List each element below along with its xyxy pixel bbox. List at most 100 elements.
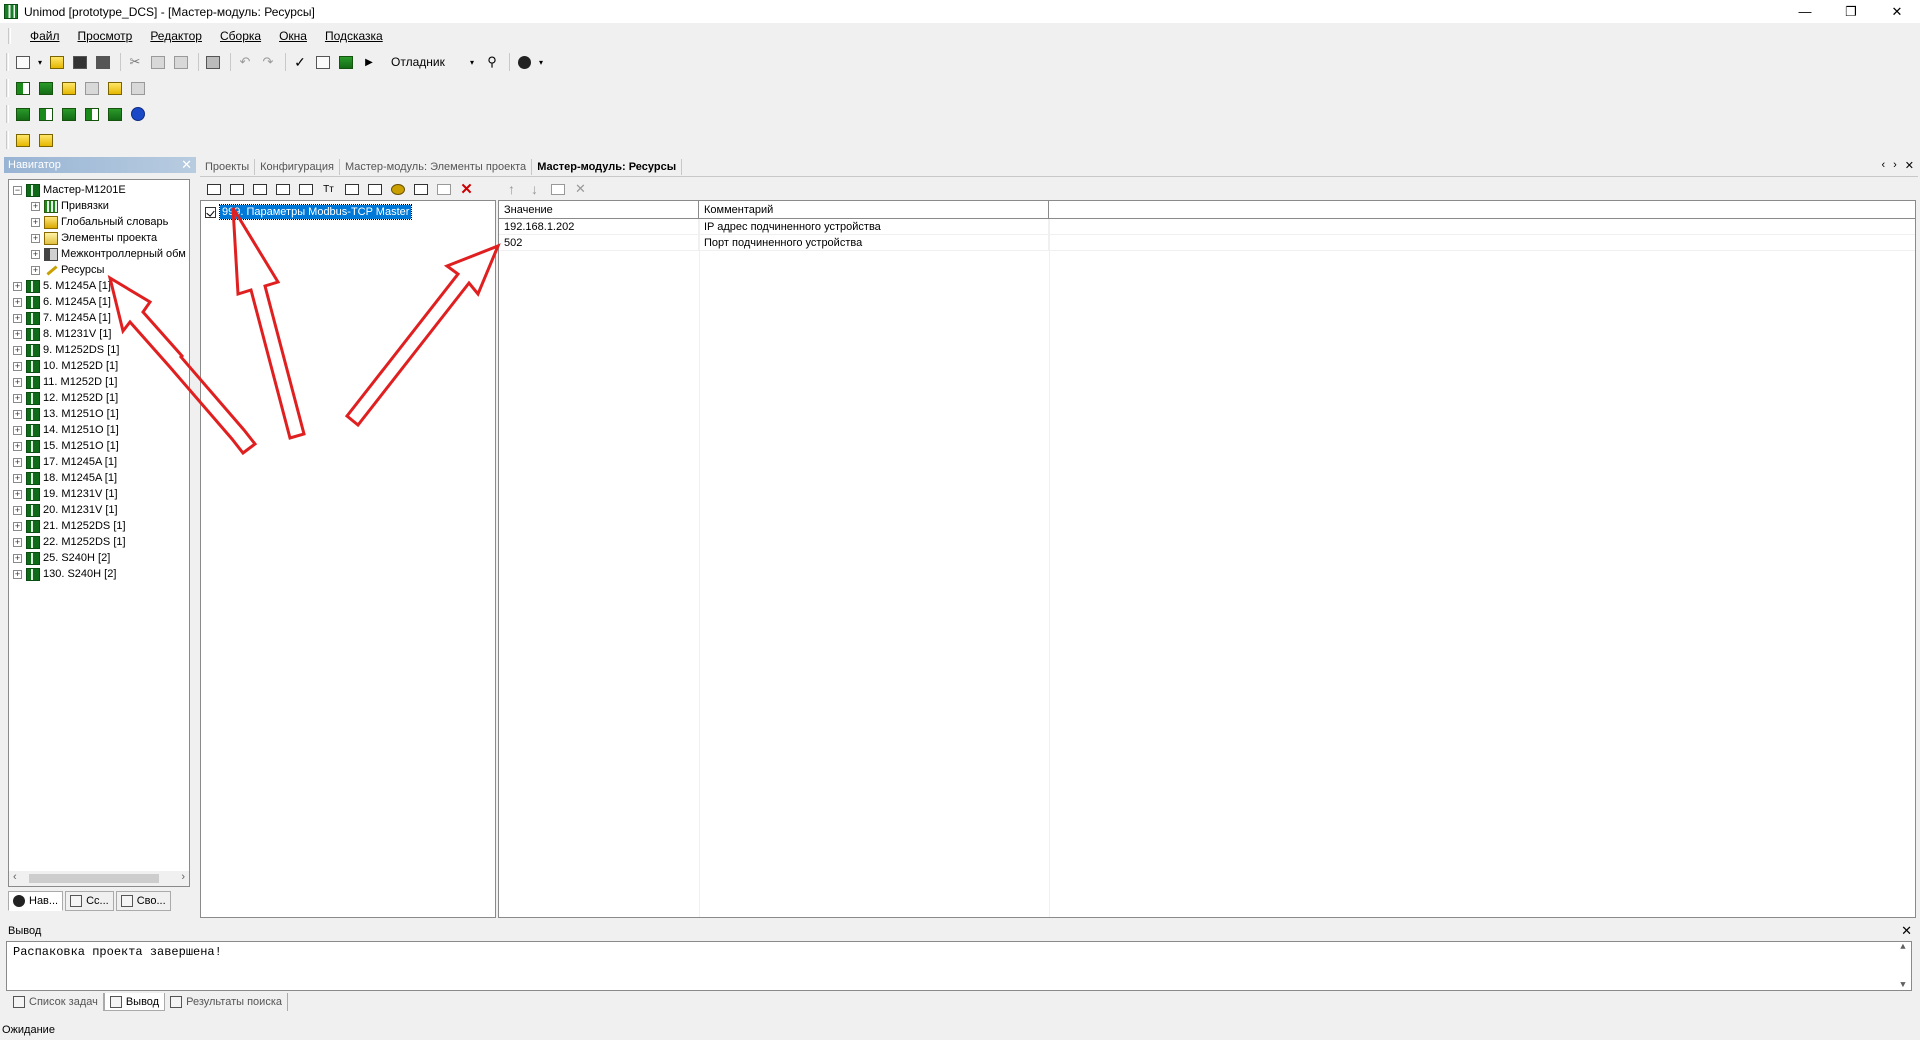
- scroll-up-icon[interactable]: ▲: [1900, 942, 1905, 952]
- scroll-left-icon[interactable]: ‹: [13, 871, 17, 883]
- tab-links[interactable]: Сс...: [65, 891, 114, 911]
- tree-item-module[interactable]: +19. M1231V [1]: [9, 486, 189, 502]
- expand-icon[interactable]: +: [13, 297, 22, 307]
- tree-item-module[interactable]: +12. M1252D [1]: [9, 390, 189, 406]
- network-icon[interactable]: [128, 104, 148, 124]
- column-value[interactable]: Значение: [499, 201, 699, 219]
- menu-build[interactable]: Сборка: [211, 29, 270, 43]
- cell-value[interactable]: 192.168.1.202: [499, 219, 699, 235]
- dropdown-arrow-icon[interactable]: ▾: [537, 52, 545, 72]
- cut-icon[interactable]: ✂: [125, 52, 145, 72]
- column-comment[interactable]: Комментарий: [699, 201, 1049, 219]
- expand-icon[interactable]: +: [13, 393, 22, 403]
- dictionary-icon[interactable]: [59, 78, 79, 98]
- tree-item-resources[interactable]: + Ресурсы: [9, 262, 189, 278]
- expand-icon[interactable]: +: [31, 233, 40, 243]
- paste-icon[interactable]: [171, 52, 191, 72]
- tree-item-global-dictionary[interactable]: + Глобальный словарь: [9, 214, 189, 230]
- table-row[interactable]: 502 Порт подчиненного устройства: [499, 235, 1915, 251]
- delete-icon[interactable]: ✕: [457, 180, 476, 199]
- add-resource-icon[interactable]: [204, 180, 223, 199]
- globe-icon[interactable]: [514, 52, 534, 72]
- move-down-icon[interactable]: ↓: [525, 180, 544, 199]
- field-icon[interactable]: [342, 180, 361, 199]
- add-resource-b-icon[interactable]: [227, 180, 246, 199]
- tab-scroll-left-icon[interactable]: ‹: [1881, 159, 1885, 172]
- tab-projects[interactable]: Проекты: [200, 158, 256, 175]
- tree-item-project-elements[interactable]: + Элементы проекта: [9, 230, 189, 246]
- tree-item-module[interactable]: +5. M1245A [1]: [9, 278, 189, 294]
- project-tree[interactable]: − Мастер-М1201Е + Привязки + Глобальный …: [8, 179, 190, 887]
- cell-value[interactable]: 502: [499, 235, 699, 251]
- tree-item-module[interactable]: +14. M1251O [1]: [9, 422, 189, 438]
- module-c-icon[interactable]: [59, 104, 79, 124]
- tree-item-module[interactable]: +17. M1245A [1]: [9, 454, 189, 470]
- refresh-icon[interactable]: [434, 180, 453, 199]
- menu-help[interactable]: Подсказка: [316, 29, 392, 43]
- output-log[interactable]: Распаковка проекта завершена! ▲ ▼: [6, 941, 1912, 991]
- expand-icon[interactable]: +: [13, 281, 22, 291]
- tree-item-module[interactable]: +13. M1251O [1]: [9, 406, 189, 422]
- param-delete-icon[interactable]: ✕: [571, 180, 590, 199]
- tree-item-module[interactable]: +25. S240H [2]: [9, 550, 189, 566]
- undo-icon[interactable]: ↶: [235, 52, 255, 72]
- resource-item[interactable]: 999. Параметры Modbus-TCP Master: [205, 204, 413, 220]
- search-tool-icon[interactable]: ⚲: [482, 52, 502, 72]
- build-all-icon[interactable]: [336, 52, 356, 72]
- variables-icon[interactable]: [36, 130, 56, 150]
- param-properties-icon[interactable]: [548, 180, 567, 199]
- disabled-icon[interactable]: [128, 78, 148, 98]
- tree-horizontal-scrollbar[interactable]: ‹ ›: [8, 871, 190, 887]
- expand-icon[interactable]: +: [13, 329, 22, 339]
- expand-icon[interactable]: +: [13, 553, 22, 563]
- expand-icon[interactable]: +: [13, 313, 22, 323]
- tree-item-module[interactable]: +8. M1231V [1]: [9, 326, 189, 342]
- tree-item-module[interactable]: +21. M1252DS [1]: [9, 518, 189, 534]
- menu-editor[interactable]: Редактор: [141, 29, 211, 43]
- scroll-down-icon[interactable]: ▼: [1900, 980, 1905, 990]
- restore-button[interactable]: ❐: [1828, 0, 1874, 23]
- tree-item-module[interactable]: +20. M1231V [1]: [9, 502, 189, 518]
- tab-task-list[interactable]: Список задач: [8, 993, 104, 1011]
- expand-icon[interactable]: +: [13, 409, 22, 419]
- module-config-icon[interactable]: [13, 78, 33, 98]
- tab-output[interactable]: Вывод: [103, 993, 166, 1011]
- bindings-icon[interactable]: [36, 78, 56, 98]
- print-icon[interactable]: [203, 52, 223, 72]
- new-project-icon[interactable]: [13, 52, 33, 72]
- resources-icon[interactable]: [105, 78, 125, 98]
- expand-icon[interactable]: +: [31, 265, 40, 275]
- elements-icon[interactable]: [82, 78, 102, 98]
- parameters-grid[interactable]: Значение Комментарий 192.168.1.202 IP адр…: [498, 200, 1916, 918]
- expand-icon[interactable]: +: [13, 457, 22, 467]
- expand-icon[interactable]: +: [31, 249, 40, 259]
- redo-icon[interactable]: ↷: [258, 52, 278, 72]
- collapse-icon[interactable]: −: [13, 185, 22, 195]
- io-config-icon[interactable]: [13, 130, 33, 150]
- tree-item-module[interactable]: +9. M1252DS [1]: [9, 342, 189, 358]
- expand-icon[interactable]: +: [31, 201, 40, 211]
- tab-properties[interactable]: Сво...: [115, 891, 171, 911]
- output-scrollbar[interactable]: ▲ ▼: [1895, 942, 1911, 990]
- expand-icon[interactable]: +: [31, 217, 40, 227]
- cell-comment[interactable]: Порт подчиненного устройства: [699, 235, 1049, 251]
- save-all-icon[interactable]: [93, 52, 113, 72]
- menu-file[interactable]: Файл: [21, 29, 69, 43]
- module-a-icon[interactable]: [13, 104, 33, 124]
- tab-scroll-right-icon[interactable]: ›: [1893, 159, 1897, 172]
- expand-icon[interactable]: +: [13, 569, 22, 579]
- expand-icon[interactable]: +: [13, 361, 22, 371]
- module-e-icon[interactable]: [105, 104, 125, 124]
- menu-view[interactable]: Просмотр: [69, 29, 142, 43]
- text-icon[interactable]: Tᴛ: [319, 180, 338, 199]
- expand-icon[interactable]: +: [13, 425, 22, 435]
- table-row[interactable]: 192.168.1.202 IP адрес подчиненного устро…: [499, 219, 1915, 235]
- resource-checkbox[interactable]: [205, 206, 216, 218]
- expand-icon[interactable]: +: [13, 521, 22, 531]
- tab-master-resources[interactable]: Мастер-модуль: Ресурсы: [532, 158, 683, 175]
- properties-icon[interactable]: [411, 180, 430, 199]
- tab-navigator[interactable]: Нав...: [8, 891, 64, 911]
- close-icon[interactable]: ✕: [181, 157, 192, 173]
- build-icon[interactable]: [313, 52, 333, 72]
- expand-icon[interactable]: +: [13, 537, 22, 547]
